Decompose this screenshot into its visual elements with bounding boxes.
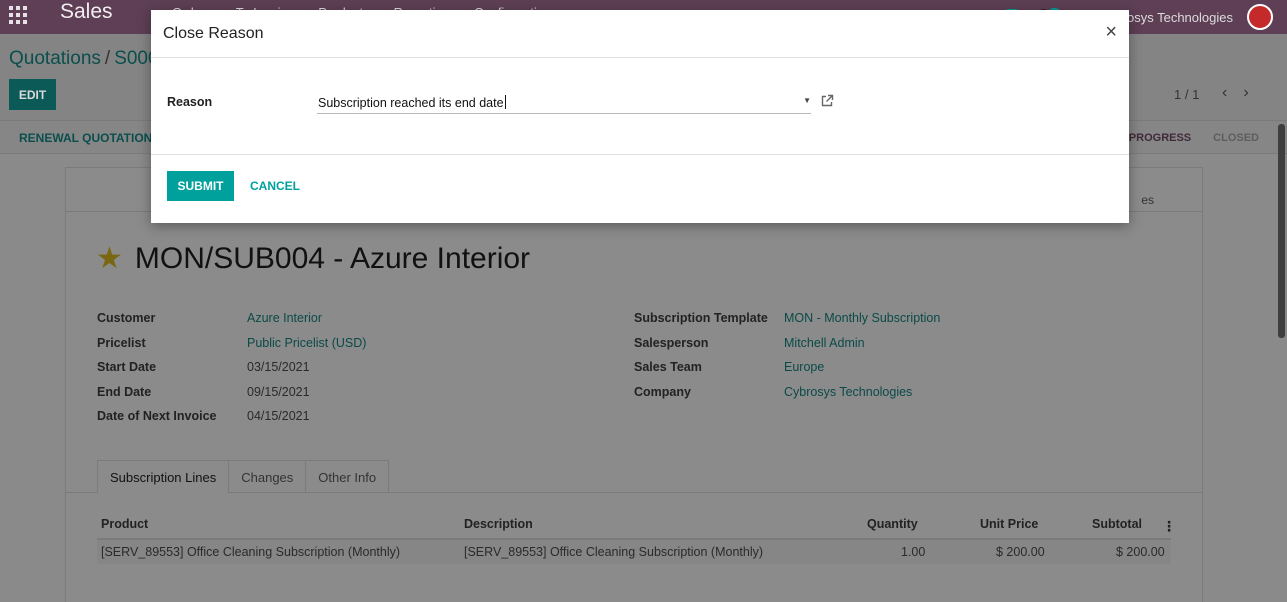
renewal-quotation-button[interactable]: RENEWAL QUOTATION (19, 131, 152, 145)
row-description: [SERV_89553] Office Cleaning Subscriptio… (464, 545, 764, 559)
breadcrumb: Quotations / S000 (9, 48, 159, 70)
pager-next-icon[interactable]: › (1243, 84, 1248, 102)
customer-label: Customer (97, 311, 156, 325)
stage-steps: PROGRESS CLOSED (1129, 121, 1259, 154)
start-date-value: 03/15/2021 (247, 360, 310, 374)
row-quantity: 1.00 (901, 545, 926, 559)
column-header-description[interactable]: Description (464, 517, 533, 531)
pager-value: 1 / 1 (1174, 87, 1200, 102)
row-subtotal: $ 200.00 (1116, 545, 1165, 559)
dialog-header: Close Reason × (151, 10, 1129, 58)
tab-other-info[interactable]: Other Info (305, 460, 390, 493)
sheet-button-tail[interactable]: es (1141, 193, 1154, 207)
salesperson-label: Salesperson (634, 336, 709, 350)
app-name: Sales (60, 0, 113, 23)
reason-input[interactable]: Subscription reached its end date (318, 95, 506, 110)
stage-closed[interactable]: CLOSED (1213, 132, 1259, 144)
pager-previous-icon[interactable]: ‹ (1222, 84, 1227, 102)
column-header-quantity[interactable]: Quantity (867, 517, 918, 531)
text-caret (504, 95, 506, 109)
row-product: [SERV_89553] Office Cleaning Subscriptio… (101, 545, 401, 559)
page-scrollbar[interactable] (1278, 124, 1285, 338)
record-title: ★ MON/SUB004 - Azure Interior (96, 242, 530, 276)
tab-changes[interactable]: Changes (228, 460, 307, 493)
pager-arrows: ‹ › (1222, 84, 1249, 102)
end-date-label: End Date (97, 385, 152, 399)
end-date-value: 09/15/2021 (247, 385, 310, 399)
reason-label: Reason (167, 95, 213, 109)
edit-button[interactable]: EDIT (9, 79, 56, 110)
next-invoice-label: Date of Next Invoice (97, 409, 217, 423)
close-reason-dialog: Close Reason × Reason Subscription reach… (151, 10, 1129, 223)
pricelist-link[interactable]: Public Pricelist (USD) (247, 336, 366, 350)
column-header-product[interactable]: Product (101, 517, 148, 531)
template-link[interactable]: MON - Monthly Subscription (784, 311, 940, 325)
dialog-body: Reason Subscription reached its end date… (151, 58, 1129, 155)
record-name: MON/SUB004 - Azure Interior (134, 242, 531, 275)
pricelist-label: Pricelist (97, 336, 146, 350)
stage-in-progress[interactable]: PROGRESS (1129, 132, 1191, 144)
customer-link[interactable]: Azure Interior (247, 311, 322, 325)
salesperson-link[interactable]: Mitchell Admin (784, 336, 865, 350)
company-link[interactable]: Cybrosys Technologies (784, 385, 912, 399)
reason-value: Subscription reached its end date (318, 96, 504, 110)
sales-team-label: Sales Team (634, 360, 702, 374)
dialog-footer: SUBMIT CANCEL (151, 155, 1129, 223)
submit-button[interactable]: SUBMIT (167, 171, 234, 201)
template-label: Subscription Template (634, 311, 768, 325)
next-invoice-value: 04/15/2021 (247, 409, 310, 423)
company-label: Company (634, 385, 691, 399)
cancel-button[interactable]: CANCEL (250, 171, 300, 201)
star-icon[interactable]: ★ (96, 244, 123, 274)
breadcrumb-separator: / (104, 48, 111, 69)
user-avatar[interactable] (1247, 4, 1273, 30)
sales-team-link[interactable]: Europe (784, 360, 824, 374)
start-date-label: Start Date (97, 360, 157, 374)
apps-grid-icon[interactable] (9, 6, 27, 24)
chevron-down-icon[interactable]: ▼ (803, 96, 811, 105)
column-header-unit-price[interactable]: Unit Price (980, 517, 1038, 531)
tab-subscription-lines[interactable]: Subscription Lines (97, 460, 230, 493)
optional-columns-icon[interactable]: ⋮ (1162, 518, 1176, 535)
column-header-subtotal[interactable]: Subtotal (1092, 517, 1142, 531)
notebook-tabs: Subscription Lines Changes Other Info (97, 460, 390, 493)
reason-select[interactable]: Subscription reached its end date ▼ (317, 92, 811, 114)
dialog-title: Close Reason (163, 25, 264, 42)
row-unit-price: $ 200.00 (996, 545, 1045, 559)
external-link-icon[interactable] (820, 94, 834, 108)
breadcrumb-quotations[interactable]: Quotations (9, 48, 101, 69)
close-icon[interactable]: × (1105, 22, 1117, 42)
